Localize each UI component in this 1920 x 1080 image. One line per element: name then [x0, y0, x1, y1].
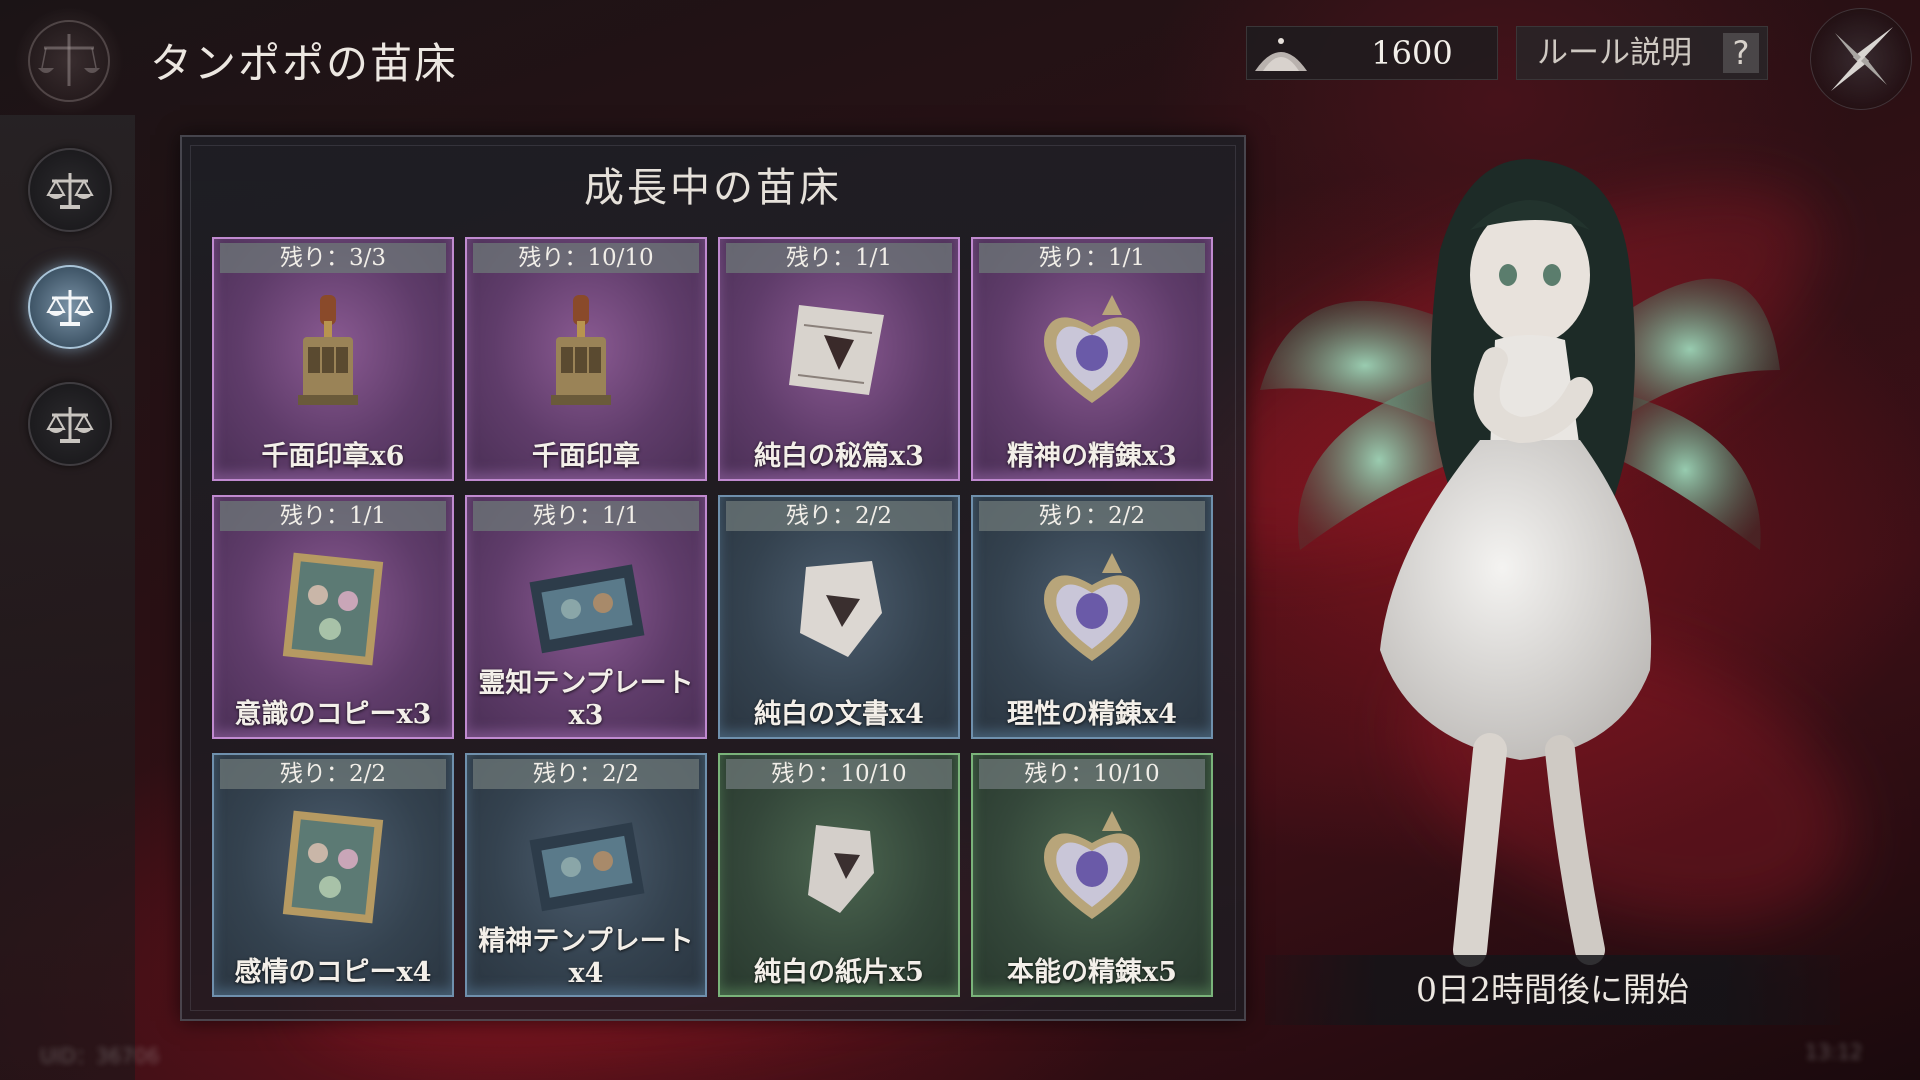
- sand-pile-icon: [1255, 38, 1307, 71]
- scales-icon: [46, 290, 94, 326]
- reward-remaining: 残り：10/10: [726, 759, 952, 789]
- heart-crystal-icon: [1017, 543, 1167, 673]
- reward-card[interactable]: 残り：10/10 純白の紙片x5: [718, 753, 960, 997]
- reward-name: 精神テンプレートx4: [478, 926, 694, 989]
- reward-name: 本能の精錬x5: [1007, 957, 1177, 988]
- stamp-device-icon: [511, 285, 661, 415]
- sidebar-item-scales-1[interactable]: [28, 148, 112, 232]
- reward-grid: 残り：3/3 千面印章x6 残り：10/10 千面印章 残り：1/1 純白の秘篇x3 残り：…: [212, 237, 1214, 997]
- reward-remaining: 残り：1/1: [220, 501, 446, 531]
- reward-name: 千面印章: [532, 441, 640, 472]
- uid-label: UID：36706: [40, 1044, 160, 1068]
- reward-card[interactable]: 残り：1/1 精神の精錬x3: [971, 237, 1213, 481]
- stamp-device-icon: [258, 285, 408, 415]
- reward-remaining: 残り：10/10: [979, 759, 1205, 789]
- faces-frame-icon: [258, 801, 408, 931]
- reward-card[interactable]: 残り：2/2 理性の精錬x4: [971, 495, 1213, 739]
- reward-card[interactable]: 残り：3/3 千面印章x6: [212, 237, 454, 481]
- close-icon: [1831, 27, 1893, 91]
- heart-crystal-icon: [1017, 285, 1167, 415]
- reward-card[interactable]: 残り：2/2 感情のコピーx4: [212, 753, 454, 997]
- reward-remaining: 残り：2/2: [220, 759, 446, 789]
- reward-name: 純白の秘篇x3: [754, 441, 924, 472]
- heart-crystal-icon: [1017, 801, 1167, 931]
- torn-paper-icon: [764, 543, 914, 673]
- reward-card[interactable]: 残り：2/2 純白の文書x4: [718, 495, 960, 739]
- reward-remaining: 残り：1/1: [726, 243, 952, 273]
- sidebar-item-scales-2[interactable]: [28, 265, 112, 349]
- currency-display: 1600: [1246, 26, 1498, 80]
- reward-card[interactable]: 残り：2/2 精神テンプレートx4: [465, 753, 707, 997]
- reward-name: 霊知テンプレートx3: [478, 668, 694, 731]
- reward-remaining: 残り：1/1: [979, 243, 1205, 273]
- reward-remaining: 残り：1/1: [473, 501, 699, 531]
- sidebar: [0, 115, 135, 1080]
- reward-name: 感情のコピーx4: [234, 957, 432, 988]
- reward-name: 純白の文書x4: [754, 699, 924, 730]
- reward-card[interactable]: 残り：1/1 霊知テンプレートx3: [465, 495, 707, 739]
- start-countdown: 0日2時間後に開始: [1265, 955, 1840, 1025]
- panel-title: 成長中の苗床: [584, 165, 842, 211]
- rules-button-label: ルール説明: [1537, 35, 1692, 71]
- sidebar-item-scales-3[interactable]: [28, 382, 112, 466]
- reward-card[interactable]: 残り：1/1 純白の秘篇x3: [718, 237, 960, 481]
- reward-card[interactable]: 残り：10/10 千面印章: [465, 237, 707, 481]
- reward-name: 千面印章x6: [261, 441, 405, 472]
- reward-remaining: 残り：10/10: [473, 243, 699, 273]
- reward-remaining: 残り：3/3: [220, 243, 446, 273]
- scroll-icon: [764, 285, 914, 415]
- reward-card[interactable]: 残り：10/10 本能の精錬x5: [971, 753, 1213, 997]
- currency-amount: 1600: [1371, 34, 1453, 72]
- reward-name: 理性の精錬x4: [1007, 699, 1177, 730]
- rules-button[interactable]: ルール説明 ?: [1516, 26, 1768, 80]
- close-button[interactable]: [1810, 8, 1912, 110]
- reward-name: 意識のコピーx3: [234, 699, 432, 730]
- start-countdown-text: 0日2時間後に開始: [1416, 970, 1689, 1009]
- reward-remaining: 残り：2/2: [726, 501, 952, 531]
- reward-card[interactable]: 残り：1/1 意識のコピーx3: [212, 495, 454, 739]
- time-label: 13:12: [1805, 1040, 1863, 1064]
- reward-remaining: 残り：2/2: [473, 759, 699, 789]
- paper-scrap-icon: [764, 801, 914, 931]
- reward-name: 精神の精錬x3: [1007, 441, 1177, 472]
- scales-icon: [46, 407, 94, 443]
- nursery-panel: 成長中の苗床 残り：3/3 千面印章x6 残り：10/10 千面印章 残り：1/1 純白の…: [180, 135, 1246, 1021]
- faces-frame-icon: [258, 543, 408, 673]
- scales-icon: [46, 173, 94, 209]
- film-strip-icon: [511, 801, 661, 931]
- reward-name: 純白の紙片x5: [754, 957, 924, 988]
- crest-emblem-icon: [14, 6, 124, 116]
- page-title: タンポポの苗床: [150, 39, 459, 88]
- reward-remaining: 残り：2/2: [979, 501, 1205, 531]
- screen: タンポポの苗床 1600 ルール説明 ? 成長中の苗床 残り：3/3 千面印章x…: [0, 0, 1920, 1080]
- character-illustration: [1260, 159, 1780, 967]
- help-icon: ?: [1723, 33, 1759, 73]
- film-strip-icon: [511, 543, 661, 673]
